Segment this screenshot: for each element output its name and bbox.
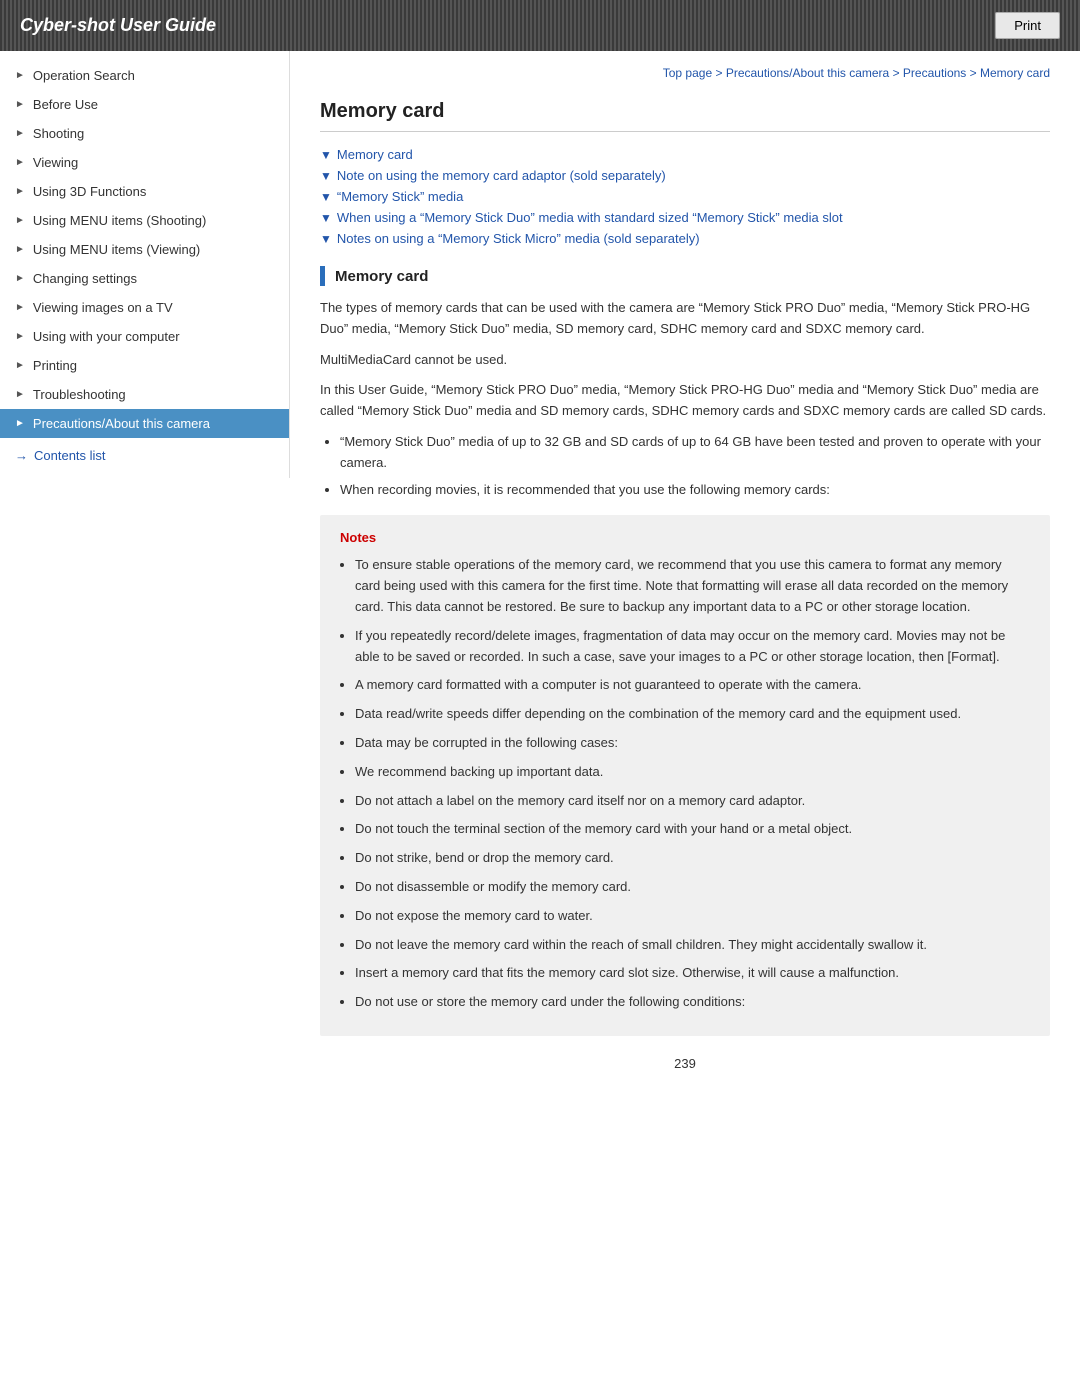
sidebar-item-label: Before Use [33,97,98,112]
arrow-icon: ► [15,157,25,168]
breadcrumb-precautions[interactable]: Precautions [903,66,966,80]
sidebar-item-label: Troubleshooting [33,387,126,402]
toc-item-3[interactable]: ▼ When using a “Memory Stick Duo” media … [320,210,1050,225]
toc-item-2[interactable]: ▼ “Memory Stick” media [320,189,1050,204]
sidebar-item-menu-shooting[interactable]: ► Using MENU items (Shooting) [0,206,289,235]
sidebar-item-label: Precautions/About this camera [33,416,210,431]
note-item-5: We recommend backing up important data. [355,762,1030,783]
contents-list-label: Contents list [34,448,106,463]
breadcrumb-memory-card[interactable]: Memory card [980,66,1050,80]
toc-arrow-icon: ▼ [320,148,332,162]
note-item-3: Data read/write speeds differ depending … [355,704,1030,725]
toc-arrow-icon: ▼ [320,190,332,204]
toc-item-1[interactable]: ▼ Note on using the memory card adaptor … [320,168,1050,183]
page-layout: ► Operation Search ► Before Use ► Shooti… [0,51,1080,1101]
arrow-icon: ► [15,302,25,313]
arrow-icon: ► [15,273,25,284]
sidebar-item-label: Shooting [33,126,84,141]
section-title-text: Memory card [335,268,428,285]
sidebar-item-label: Printing [33,358,77,373]
arrow-icon: ► [15,389,25,400]
sidebar-item-label: Using with your computer [33,329,180,344]
sidebar-item-label: Using MENU items (Viewing) [33,242,200,257]
feature-bullets: “Memory Stick Duo” media of up to 32 GB … [340,432,1050,500]
body-paragraph-0: The types of memory cards that can be us… [320,298,1050,340]
contents-list-link[interactable]: → Contents list [0,438,289,468]
bullet-item-0: “Memory Stick Duo” media of up to 32 GB … [340,432,1050,474]
main-content: Top page > Precautions/About this camera… [290,51,1080,1101]
arrow-icon: ► [15,360,25,371]
bullet-item-1: When recording movies, it is recommended… [340,480,1050,501]
page-title: Memory card [320,100,1050,132]
sidebar-item-shooting[interactable]: ► Shooting [0,119,289,148]
body-paragraph-2: In this User Guide, “Memory Stick PRO Du… [320,380,1050,422]
arrow-icon: ► [15,215,25,226]
note-item-0: To ensure stable operations of the memor… [355,555,1030,617]
toc-item-label: Note on using the memory card adaptor (s… [337,168,666,183]
sidebar-item-using-computer[interactable]: ► Using with your computer [0,322,289,351]
sidebar-item-troubleshooting[interactable]: ► Troubleshooting [0,380,289,409]
breadcrumb-top[interactable]: Top page [663,66,712,80]
notes-title: Notes [340,530,1030,545]
toc-item-4[interactable]: ▼ Notes on using a “Memory Stick Micro” … [320,231,1050,246]
sidebar-item-label: Viewing [33,155,78,170]
sidebar-item-printing[interactable]: ► Printing [0,351,289,380]
sidebar-item-label: Using 3D Functions [33,184,146,199]
toc-item-0[interactable]: ▼ Memory card [320,147,1050,162]
notes-list: To ensure stable operations of the memor… [355,555,1030,1013]
arrow-icon: ► [15,186,25,197]
note-item-6: Do not attach a label on the memory card… [355,791,1030,812]
arrow-icon: ► [15,99,25,110]
note-item-9: Do not disassemble or modify the memory … [355,877,1030,898]
sidebar: ► Operation Search ► Before Use ► Shooti… [0,51,290,478]
sidebar-item-using-3d[interactable]: ► Using 3D Functions [0,177,289,206]
sidebar-item-precautions[interactable]: ► Precautions/About this camera [0,409,289,438]
toc-arrow-icon: ▼ [320,169,332,183]
arrow-icon: ► [15,244,25,255]
note-item-10: Do not expose the memory card to water. [355,906,1030,927]
app-title: Cyber-shot User Guide [20,15,216,36]
page-number: 239 [320,1056,1050,1071]
toc-item-label: Notes on using a “Memory Stick Micro” me… [337,231,700,246]
toc-section: ▼ Memory card ▼ Note on using the memory… [320,147,1050,246]
sidebar-item-label: Viewing images on a TV [33,300,173,315]
arrow-icon: ► [15,128,25,139]
arrow-icon: ► [15,70,25,81]
toc-item-label: “Memory Stick” media [337,189,463,204]
note-item-2: A memory card formatted with a computer … [355,675,1030,696]
note-item-8: Do not strike, bend or drop the memory c… [355,848,1030,869]
sidebar-item-changing-settings[interactable]: ► Changing settings [0,264,289,293]
body-paragraph-1: MultiMediaCard cannot be used. [320,350,1050,371]
arrow-icon: ► [15,418,25,429]
print-button[interactable]: Print [995,12,1060,39]
notes-box: Notes To ensure stable operations of the… [320,515,1050,1036]
note-item-11: Do not leave the memory card within the … [355,935,1030,956]
toc-arrow-icon: ▼ [320,232,332,246]
arrow-right-icon: → [15,448,28,463]
note-item-13: Do not use or store the memory card unde… [355,992,1030,1013]
header: Cyber-shot User Guide Print [0,0,1080,51]
section-bar [320,266,325,286]
sidebar-item-label: Operation Search [33,68,135,83]
note-item-1: If you repeatedly record/delete images, … [355,626,1030,668]
toc-item-label: Memory card [337,147,413,162]
arrow-icon: ► [15,331,25,342]
note-item-12: Insert a memory card that fits the memor… [355,963,1030,984]
sidebar-item-before-use[interactable]: ► Before Use [0,90,289,119]
toc-arrow-icon: ▼ [320,211,332,225]
sidebar-item-menu-viewing[interactable]: ► Using MENU items (Viewing) [0,235,289,264]
section-title: Memory card [320,266,1050,286]
sidebar-item-label: Using MENU items (Shooting) [33,213,206,228]
toc-item-label: When using a “Memory Stick Duo” media wi… [337,210,843,225]
note-item-4: Data may be corrupted in the following c… [355,733,1030,754]
sidebar-item-viewing-tv[interactable]: ► Viewing images on a TV [0,293,289,322]
sidebar-item-viewing[interactable]: ► Viewing [0,148,289,177]
sidebar-item-label: Changing settings [33,271,137,286]
sidebar-item-operation-search[interactable]: ► Operation Search [0,61,289,90]
note-item-7: Do not touch the terminal section of the… [355,819,1030,840]
breadcrumb-precautions-about[interactable]: Precautions/About this camera [726,66,889,80]
breadcrumb: Top page > Precautions/About this camera… [320,61,1050,80]
